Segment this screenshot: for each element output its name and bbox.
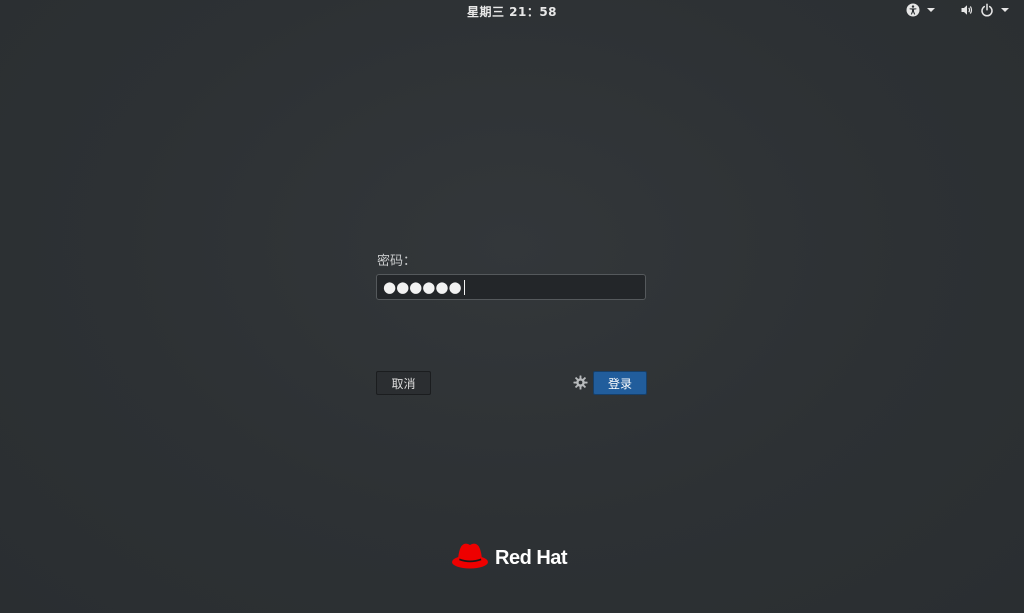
text-cursor [463,279,465,295]
accessibility-menu[interactable] [906,2,935,18]
top-bar: 星期三 21：58 [0,0,1024,22]
volume-icon [960,3,974,17]
accessibility-icon [906,3,920,17]
brand-logo: Red Hat [451,540,568,576]
cancel-button[interactable]: 取消 [376,371,431,395]
clock[interactable]: 星期三 21：58 [0,3,1024,20]
red-hat-logo-icon [451,540,491,576]
system-menu[interactable] [960,2,1009,18]
password-mask: ●●●●●● [383,277,462,296]
power-icon [980,3,994,17]
chevron-down-icon [1001,8,1009,12]
login-button[interactable]: 登录 [593,371,647,395]
gear-icon[interactable] [573,375,588,390]
chevron-down-icon [927,8,935,12]
password-label: 密码： [377,254,417,269]
login-screen: 星期三 21：58 密码： ●●●●●● 取消 登录 Red Hat [0,0,1024,613]
password-field[interactable]: ●●●●●● [376,274,646,300]
brand-name: Red Hat [495,546,568,569]
